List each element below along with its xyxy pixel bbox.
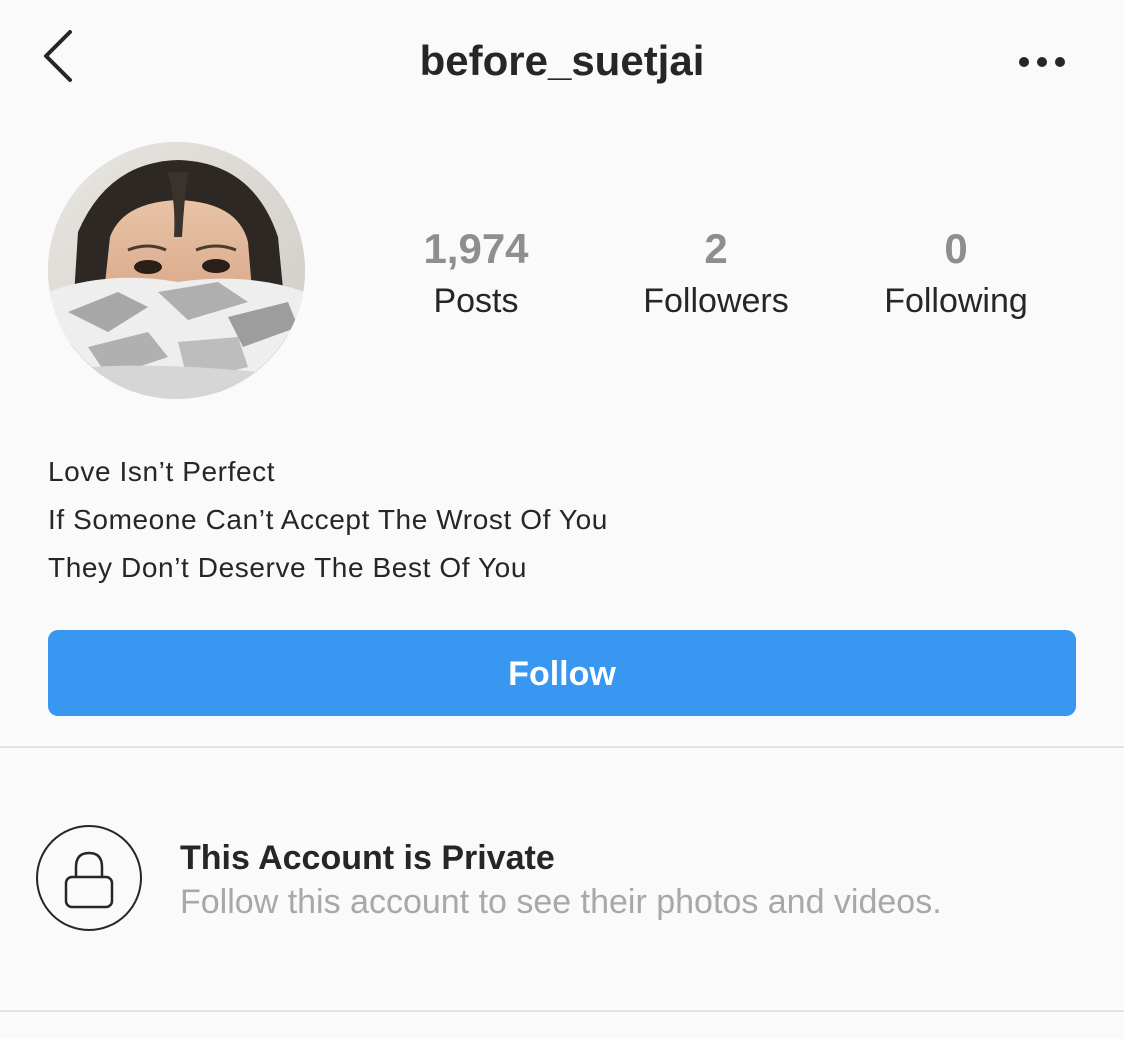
following-label: Following [884,282,1028,320]
posts-value: 1,974 [423,225,529,272]
following-value: 0 [944,225,968,272]
posts-count: 1,974 Posts [356,222,596,324]
bio-line: They Don’t Deserve The Best Of You [48,552,528,583]
divider [0,1010,1124,1012]
posts-label: Posts [433,282,519,320]
page-title: before_suetjai [419,37,705,84]
private-account-title: This Account is Private [180,839,555,877]
following-count[interactable]: 0 Following [836,222,1076,324]
followers-value: 2 [704,225,728,272]
bio-line: Love Isn’t Perfect [48,456,276,487]
followers-count[interactable]: 2 Followers [596,222,836,324]
top-nav-bar: before_suetjai [0,0,1124,120]
bio-line: If Someone Can’t Accept The Wrost Of You [48,504,608,535]
followers-label: Followers [643,282,789,320]
more-options-button[interactable] [1010,44,1074,80]
lock-icon [64,851,114,909]
profile-photo [48,142,305,399]
private-account-subtitle: Follow this account to see their photos … [180,883,942,921]
divider [0,746,1124,748]
more-horizontal-icon [1019,57,1065,67]
lock-badge [36,825,142,931]
avatar[interactable] [48,142,305,399]
follow-button[interactable]: Follow [48,630,1076,716]
profile-bio: Love Isn’t Perfect If Someone Can’t Acce… [48,448,1078,592]
